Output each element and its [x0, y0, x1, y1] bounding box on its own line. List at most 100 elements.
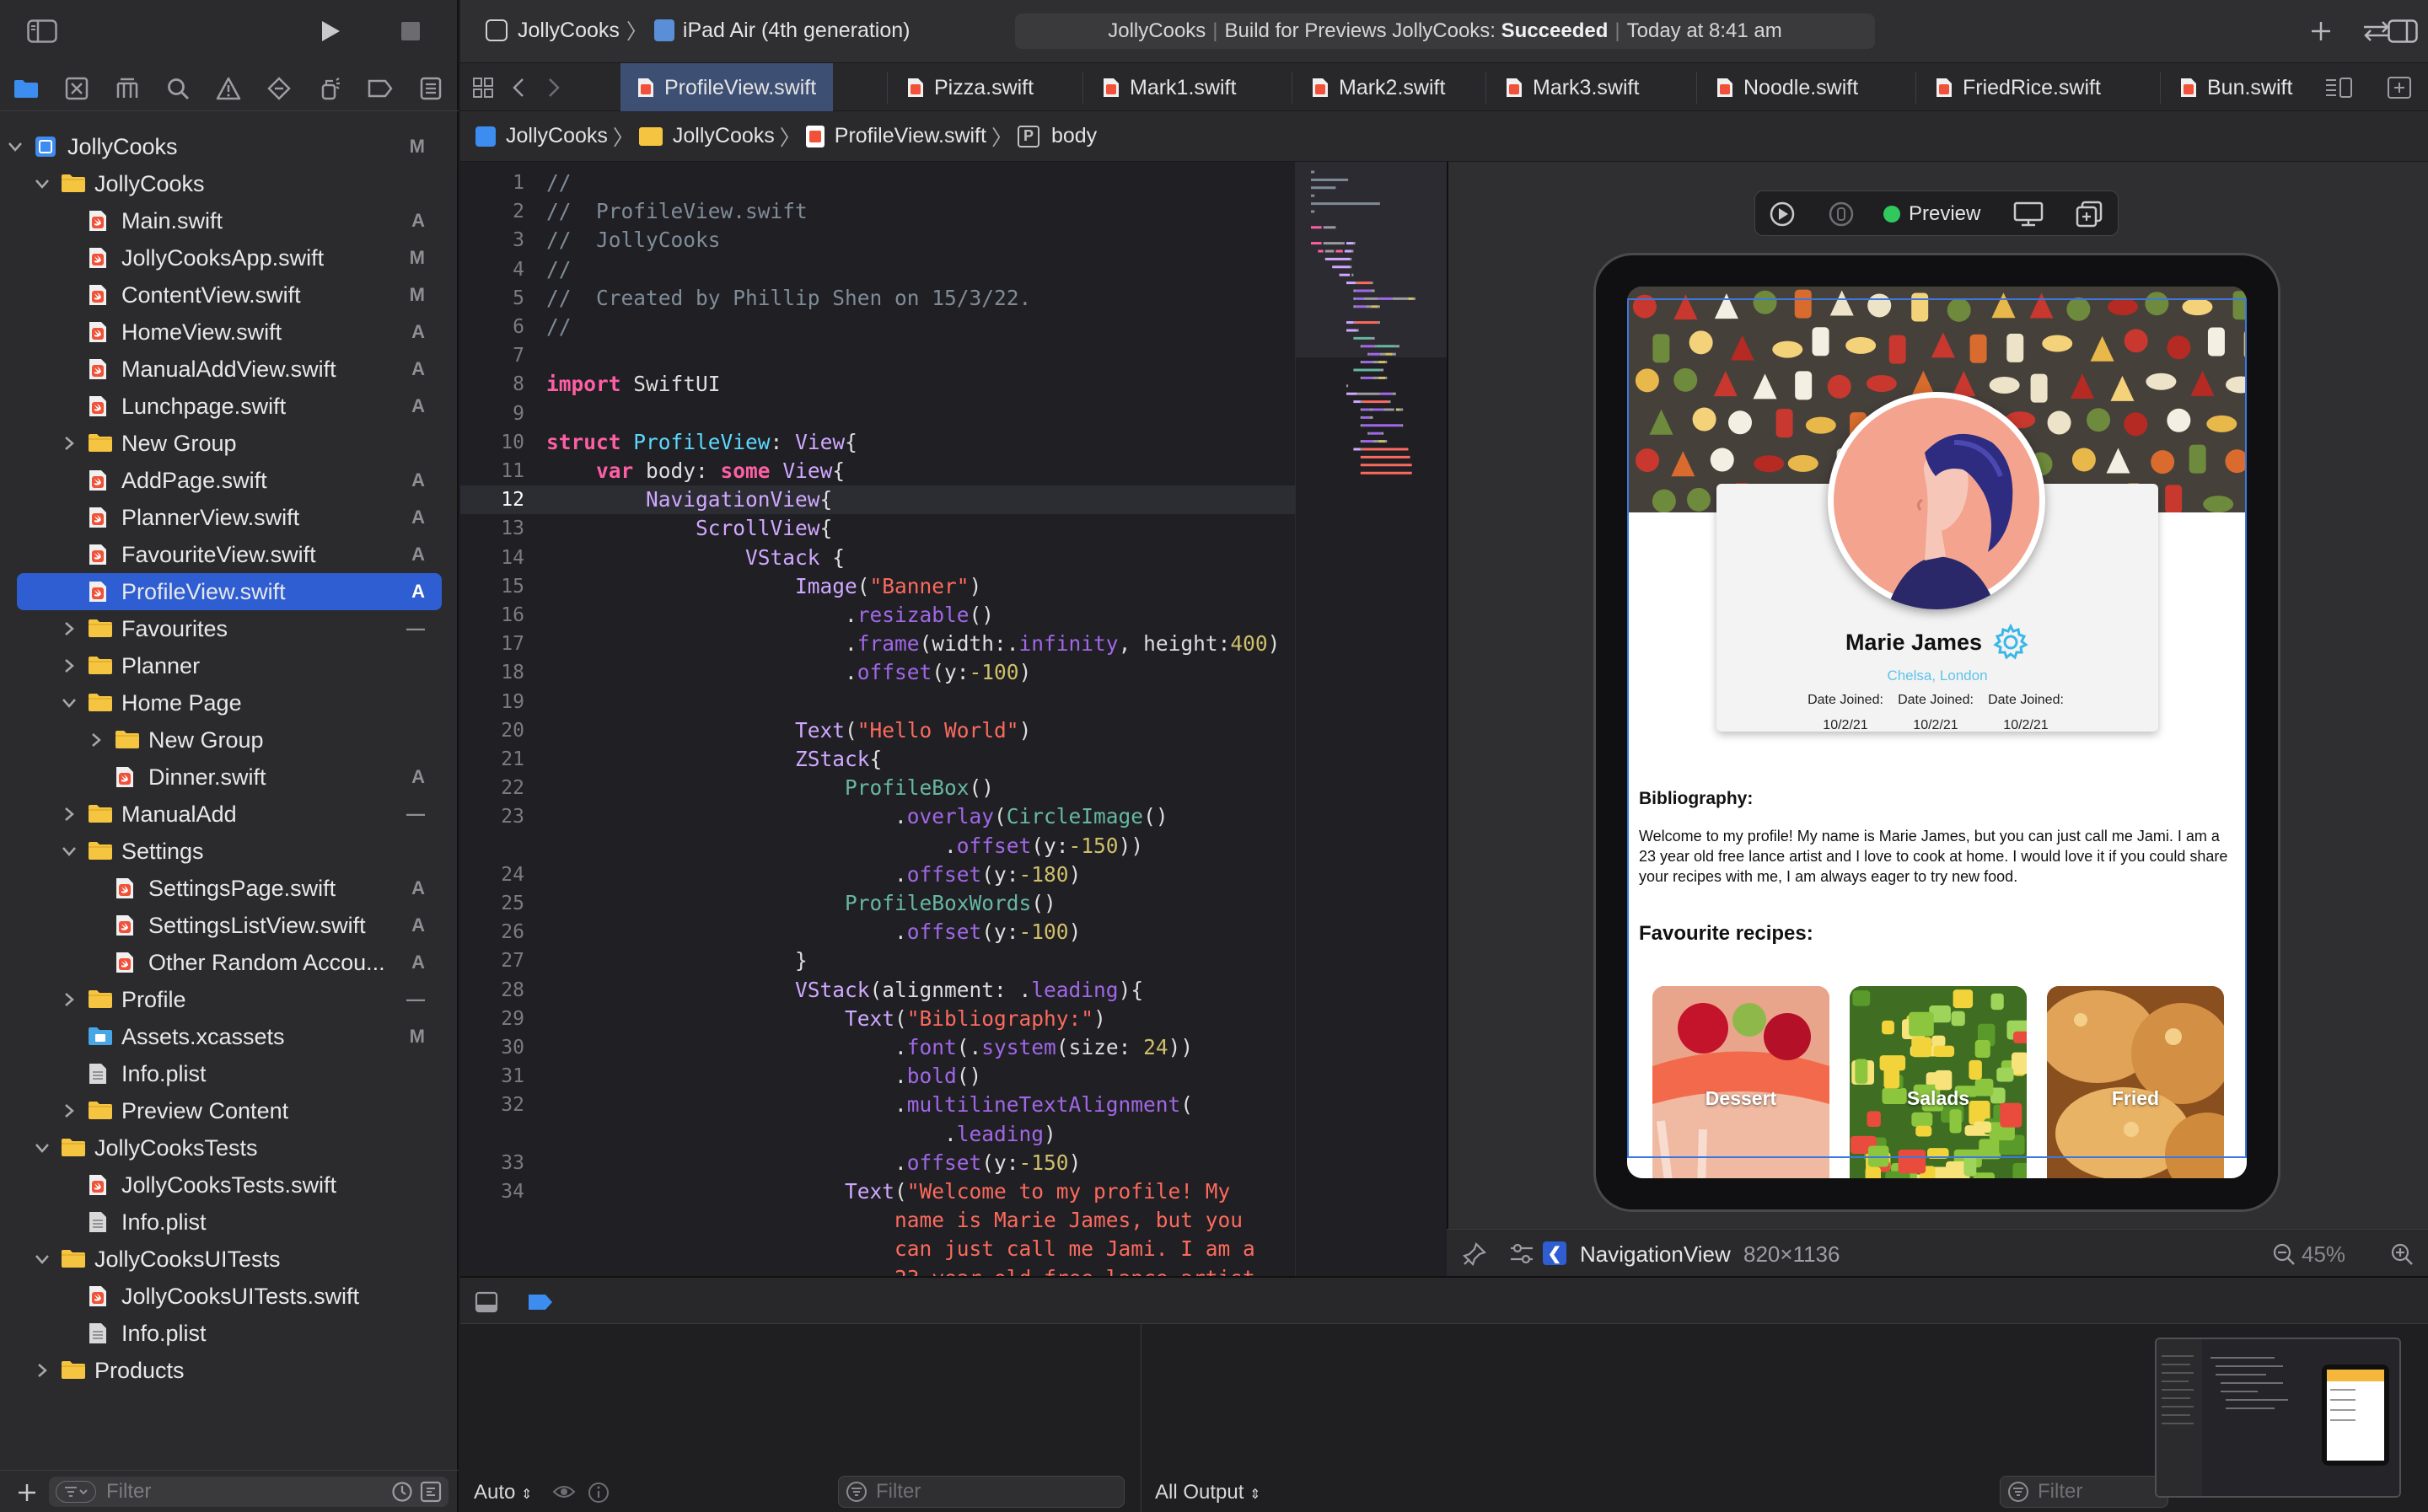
- breakpoints-toggle-icon[interactable]: [526, 1291, 555, 1313]
- sidebar-file-row[interactable]: ContentView.swift M: [17, 276, 442, 314]
- sidebar-group-row[interactable]: Favourites —: [17, 610, 442, 647]
- disclosure-open-icon[interactable]: [34, 1139, 51, 1156]
- source-control-icon[interactable]: [62, 74, 91, 103]
- search-icon[interactable]: [164, 74, 192, 103]
- symbol-icon[interactable]: [113, 74, 142, 103]
- disclosure-closed-icon[interactable]: [61, 1102, 78, 1119]
- recipe-card-salads[interactable]: Salads: [1850, 986, 2027, 1178]
- preview-screen[interactable]: Marie James Chelsa, London Date Joined: 1…: [1627, 287, 2247, 1178]
- scm-filter-icon[interactable]: [420, 1481, 442, 1503]
- disclosure-closed-icon[interactable]: [61, 991, 78, 1008]
- sidebar-file-row[interactable]: Info.plist: [17, 1204, 442, 1241]
- pin-icon[interactable]: [1460, 1240, 1489, 1268]
- live-preview-icon[interactable]: [1767, 200, 1797, 228]
- folder-icon[interactable]: [12, 74, 40, 103]
- sidebar-file-row[interactable]: SettingsPage.swift A: [17, 870, 442, 907]
- back-chevron-icon[interactable]: [508, 75, 529, 100]
- sidebar-group-row[interactable]: Planner: [17, 647, 442, 684]
- tab-pizza-swift[interactable]: Pizza.swift: [890, 63, 1050, 112]
- sidebar-group-row[interactable]: New Group: [17, 425, 442, 462]
- inspector-toggle-icon[interactable]: [2386, 19, 2420, 44]
- disclosure-open-icon[interactable]: [61, 694, 78, 711]
- editor-options-icon[interactable]: [2323, 75, 2354, 100]
- sidebar-group-row[interactable]: JollyCooksTests: [17, 1129, 442, 1166]
- destination-label[interactable]: iPad Air (4th generation): [683, 19, 910, 43]
- sidebar-file-row[interactable]: Other Random Accou... A: [17, 944, 442, 981]
- tab-friedrice-swift[interactable]: FriedRice.swift: [1919, 63, 2118, 112]
- tab-mark3-swift[interactable]: Mark3.swift: [1489, 63, 1656, 112]
- disclosure-closed-icon[interactable]: [61, 806, 78, 823]
- sidebar-file-row[interactable]: HomeView.swift A: [17, 314, 442, 351]
- sidebar-file-row[interactable]: Assets.xcassets M: [17, 1018, 442, 1055]
- disclosure-open-icon[interactable]: [34, 1251, 51, 1268]
- sidebar-group-row[interactable]: Products: [17, 1352, 442, 1389]
- gear-icon[interactable]: [1992, 624, 2029, 661]
- disclosure-closed-icon[interactable]: [88, 732, 105, 748]
- stop-button[interactable]: [396, 19, 425, 44]
- recent-files-icon[interactable]: [391, 1481, 413, 1503]
- disclosure-closed-icon[interactable]: [61, 657, 78, 674]
- sidebar-file-row[interactable]: Info.plist: [17, 1315, 442, 1352]
- auto-selector[interactable]: Auto ⇕: [474, 1481, 532, 1504]
- sidebar-group-row[interactable]: ManualAdd —: [17, 796, 442, 833]
- sidebar-file-row[interactable]: Lunchpage.swift A: [17, 388, 442, 425]
- recipe-card-dessert[interactable]: Dessert: [1652, 986, 1829, 1178]
- sidebar-file-row[interactable]: JollyCooksApp.swift M: [17, 239, 442, 276]
- debug-spray-icon[interactable]: [315, 74, 344, 103]
- selectable-mode-icon[interactable]: [1826, 200, 1856, 228]
- add-editor-icon[interactable]: [2384, 75, 2415, 100]
- sidebar-file-row[interactable]: Dinner.swift A: [17, 759, 442, 796]
- grid-icon[interactable]: [470, 75, 496, 100]
- sidebar-group-row[interactable]: Preview Content: [17, 1092, 442, 1129]
- jump-symbol[interactable]: body: [1051, 124, 1097, 148]
- sidebar-group-row[interactable]: JollyCooksUITests: [17, 1241, 442, 1278]
- disclosure-closed-icon[interactable]: [34, 1362, 51, 1379]
- zoom-level[interactable]: 45%: [2302, 1241, 2345, 1268]
- variables-filter-field[interactable]: Filter: [838, 1476, 1125, 1508]
- eye-icon[interactable]: [551, 1481, 577, 1503]
- sidebar-file-row[interactable]: FavouriteView.swift A: [17, 536, 442, 573]
- issue-warning-icon[interactable]: [214, 74, 243, 103]
- disclosure-closed-icon[interactable]: [61, 620, 78, 637]
- sidebar-filter-field[interactable]: Filter: [49, 1477, 449, 1507]
- sidebar-file-row[interactable]: JollyCooks M: [8, 128, 442, 165]
- jump-file[interactable]: ProfileView.swift: [835, 124, 986, 148]
- console-filter-field[interactable]: Filter: [2000, 1476, 2168, 1508]
- add-icon[interactable]: [15, 1481, 39, 1504]
- sidebar-file-row[interactable]: Info.plist: [17, 1055, 442, 1092]
- sidebar-group-row[interactable]: Home Page: [17, 684, 442, 721]
- sidebar-file-row[interactable]: SettingsListView.swift A: [17, 907, 442, 944]
- sidebar-group-row[interactable]: Settings: [17, 833, 442, 870]
- sidebar-group-row[interactable]: JollyCooks: [17, 165, 442, 202]
- tab-noodle-swift[interactable]: Noodle.swift: [1700, 63, 1875, 112]
- sidebar-file-row[interactable]: JollyCooksTests.swift: [17, 1166, 442, 1204]
- sidebar-file-row[interactable]: AddPage.swift A: [17, 462, 442, 499]
- disclosure-open-icon[interactable]: [34, 175, 51, 192]
- zoom-out-icon[interactable]: [2270, 1240, 2298, 1268]
- sidebar-file-row[interactable]: PlannerView.swift A: [17, 499, 442, 536]
- disclosure-open-icon[interactable]: [61, 843, 78, 860]
- duplicate-preview-icon[interactable]: [2072, 200, 2106, 228]
- sidebar-file-row[interactable]: ManualAddView.swift A: [17, 351, 442, 388]
- device-settings-icon[interactable]: [2012, 200, 2045, 228]
- tab-bun-swift[interactable]: Bun.swift: [2163, 63, 2309, 112]
- sidebar-file-row[interactable]: ProfileView.swift A: [17, 573, 442, 610]
- run-button[interactable]: [314, 15, 346, 47]
- jump-project[interactable]: JollyCooks: [506, 124, 608, 148]
- adjust-sliders-icon[interactable]: [1507, 1240, 1536, 1268]
- scheme-selector[interactable]: JollyCooks 〉 iPad Air (4th generation): [486, 13, 910, 47]
- forward-chevron-icon[interactable]: [543, 75, 565, 100]
- filter-options-icon[interactable]: [56, 1481, 96, 1503]
- zoom-in-icon[interactable]: [2388, 1240, 2416, 1268]
- minimap[interactable]: [1295, 162, 1448, 1276]
- disclosure-open-icon[interactable]: [7, 138, 24, 155]
- info-icon[interactable]: [587, 1481, 610, 1504]
- tab-mark1-swift[interactable]: Mark1.swift: [1086, 63, 1253, 112]
- sidebar-group-row[interactable]: New Group: [17, 721, 442, 759]
- toggle-sidebar-icon[interactable]: [25, 19, 59, 44]
- source-editor[interactable]: 1 // 2 // ProfileView.swift 3 // JollyCooks 4 /…: [460, 162, 1295, 1276]
- breakpoint-icon[interactable]: [366, 74, 395, 103]
- library-add-icon[interactable]: [2307, 17, 2335, 46]
- report-icon[interactable]: [416, 74, 445, 103]
- tab-mark2-swift[interactable]: Mark2.swift: [1295, 63, 1462, 112]
